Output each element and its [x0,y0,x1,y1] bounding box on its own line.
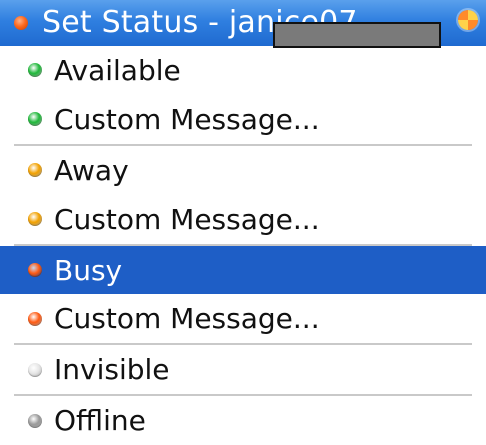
status-dot-invisible-icon [28,362,42,377]
status-menu: Available Custom Message... Away Custom … [0,46,486,445]
dialog-title-bar: Set Status - janice07 [0,0,486,48]
status-item-label: Custom Message... [54,202,320,236]
status-item-away-custom-message[interactable]: Custom Message... [0,195,486,244]
status-dot-busy-icon [14,16,28,30]
status-item-offline[interactable]: Offline [0,396,486,445]
status-dot-away-icon [28,163,42,178]
status-dot-offline-icon [28,413,42,428]
status-item-available[interactable]: Available [0,46,486,95]
status-item-label: Custom Message... [54,102,320,136]
status-item-label: Away [54,153,129,187]
status-item-label: Offline [54,404,146,438]
status-dot-away-icon [28,212,42,227]
status-item-busy[interactable]: Busy [0,245,486,295]
status-item-available-custom-message[interactable]: Custom Message... [0,95,486,144]
app-logo-icon [458,10,478,30]
status-dot-available-icon [28,63,42,78]
status-item-busy-custom-message[interactable]: Custom Message... [0,294,486,343]
redaction-box [273,22,441,48]
status-dot-busy-icon [28,311,42,326]
status-item-label: Available [54,53,181,87]
status-item-label: Busy [54,253,123,287]
set-status-dialog: Set Status - janice07 Available Custom M… [0,0,486,439]
status-item-invisible[interactable]: Invisible [0,345,486,394]
status-dot-busy-icon [28,263,42,277]
status-item-label: Invisible [54,353,170,387]
status-dot-available-icon [28,112,42,127]
status-item-away[interactable]: Away [0,146,486,195]
status-item-label: Custom Message... [54,302,320,336]
